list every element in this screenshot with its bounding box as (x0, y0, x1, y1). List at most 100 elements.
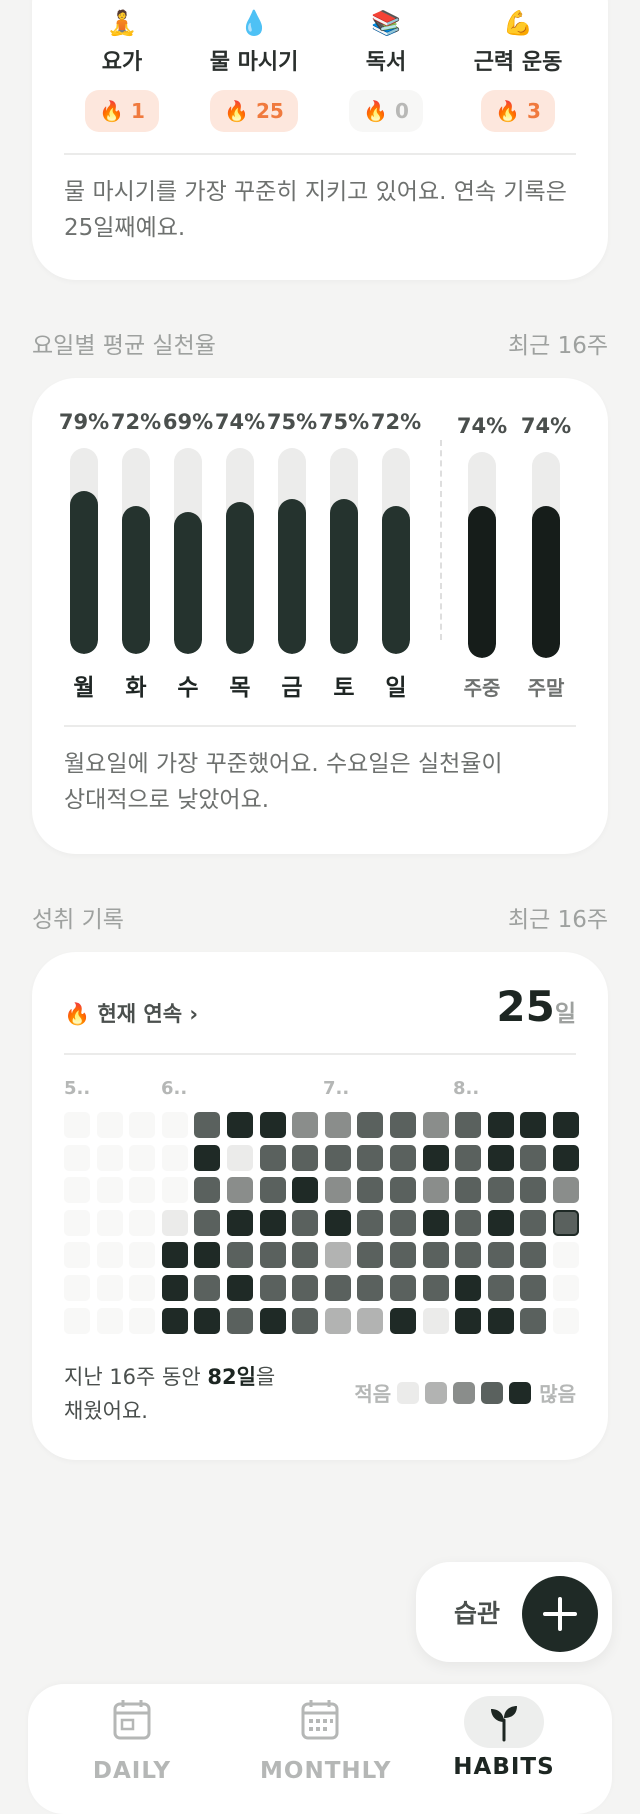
heatmap-cell[interactable] (488, 1275, 514, 1301)
heatmap-cell[interactable] (292, 1242, 318, 1268)
heatmap-cell[interactable] (227, 1210, 253, 1236)
heatmap-cell[interactable] (227, 1242, 253, 1268)
heatmap-cell[interactable] (194, 1145, 220, 1171)
heatmap-cell[interactable] (455, 1112, 481, 1138)
habit-reading[interactable]: 📚 독서 🔥 0 (316, 8, 456, 132)
heatmap-cell[interactable] (260, 1177, 286, 1203)
heatmap-cell[interactable] (520, 1308, 546, 1334)
heatmap-cell[interactable] (129, 1210, 155, 1236)
heatmap-cell[interactable] (553, 1308, 579, 1334)
heatmap-cell[interactable] (390, 1275, 416, 1301)
heatmap-cell[interactable] (390, 1145, 416, 1171)
heatmap-cell[interactable] (357, 1145, 383, 1171)
heatmap-cell[interactable] (455, 1210, 481, 1236)
heatmap-cell[interactable] (162, 1210, 188, 1236)
heatmap-cell[interactable] (553, 1275, 579, 1301)
heatmap-cell[interactable] (97, 1145, 123, 1171)
heatmap-cell[interactable] (292, 1275, 318, 1301)
heatmap-cell[interactable] (64, 1308, 90, 1334)
heatmap-cell[interactable] (520, 1210, 546, 1236)
heatmap-cell[interactable] (390, 1242, 416, 1268)
heatmap-cell[interactable] (129, 1145, 155, 1171)
heatmap-cell[interactable] (260, 1242, 286, 1268)
heatmap-cell[interactable] (292, 1308, 318, 1334)
heatmap-cell[interactable] (455, 1275, 481, 1301)
heatmap-cell[interactable] (227, 1275, 253, 1301)
heatmap-cell[interactable] (64, 1210, 90, 1236)
heatmap-cell[interactable] (64, 1145, 90, 1171)
heatmap-cell[interactable] (162, 1275, 188, 1301)
heatmap-cell[interactable] (194, 1275, 220, 1301)
heatmap-cell[interactable] (325, 1308, 351, 1334)
fab-plus-button[interactable] (522, 1576, 598, 1652)
heatmap-cell[interactable] (292, 1145, 318, 1171)
heatmap-cell[interactable] (162, 1308, 188, 1334)
heatmap-cell[interactable] (488, 1210, 514, 1236)
heatmap-cell[interactable] (292, 1210, 318, 1236)
heatmap-cell[interactable] (97, 1112, 123, 1138)
add-habit-fab[interactable]: 습관 (416, 1562, 612, 1662)
nav-daily[interactable]: DAILY (72, 1696, 192, 1784)
habit-water[interactable]: 💧 물 마시기 🔥 25 (184, 8, 324, 132)
heatmap-cell[interactable] (292, 1112, 318, 1138)
heatmap-cell[interactable] (260, 1210, 286, 1236)
heatmap-cell[interactable] (162, 1177, 188, 1203)
heatmap-cell[interactable] (227, 1177, 253, 1203)
heatmap-cell[interactable] (455, 1145, 481, 1171)
heatmap-cell[interactable] (553, 1145, 579, 1171)
heatmap-cell[interactable] (390, 1112, 416, 1138)
heatmap-cell[interactable] (423, 1112, 449, 1138)
heatmap-cell[interactable] (488, 1308, 514, 1334)
heatmap-cell[interactable] (423, 1145, 449, 1171)
heatmap-cell[interactable] (325, 1112, 351, 1138)
heatmap-cell[interactable] (129, 1112, 155, 1138)
heatmap-cell[interactable] (488, 1177, 514, 1203)
heatmap-cell[interactable] (488, 1145, 514, 1171)
heatmap-cell[interactable] (520, 1112, 546, 1138)
heatmap-cell[interactable] (488, 1242, 514, 1268)
heatmap-cell[interactable] (260, 1275, 286, 1301)
heatmap-cell[interactable] (357, 1210, 383, 1236)
heatmap-cell[interactable] (325, 1275, 351, 1301)
heatmap-cell[interactable] (227, 1145, 253, 1171)
heatmap-cell[interactable] (325, 1210, 351, 1236)
heatmap-cell[interactable] (64, 1275, 90, 1301)
heatmap-cell[interactable] (227, 1112, 253, 1138)
heatmap-cell[interactable] (423, 1308, 449, 1334)
heatmap-cell[interactable] (520, 1275, 546, 1301)
heatmap-cell[interactable] (162, 1242, 188, 1268)
heatmap-cell[interactable] (194, 1112, 220, 1138)
heatmap-cell[interactable] (97, 1210, 123, 1236)
habit-yoga[interactable]: 🧘 요가 🔥 1 (52, 8, 192, 132)
habit-strength[interactable]: 💪 근력 운동 🔥 3 (448, 8, 588, 132)
heatmap-cell[interactable] (162, 1145, 188, 1171)
heatmap-cell[interactable] (520, 1145, 546, 1171)
heatmap-cell[interactable] (423, 1210, 449, 1236)
heatmap-cell[interactable] (520, 1242, 546, 1268)
heatmap-cell[interactable] (390, 1210, 416, 1236)
heatmap-cell[interactable] (423, 1275, 449, 1301)
heatmap-cell[interactable] (325, 1242, 351, 1268)
heatmap-cell[interactable] (423, 1177, 449, 1203)
heatmap-cell[interactable] (97, 1242, 123, 1268)
heatmap-cell[interactable] (194, 1177, 220, 1203)
heatmap-cell[interactable] (325, 1177, 351, 1203)
heatmap-cell[interactable] (357, 1112, 383, 1138)
heatmap-cell[interactable] (64, 1112, 90, 1138)
heatmap-cell[interactable] (520, 1177, 546, 1203)
heatmap-cell[interactable] (488, 1112, 514, 1138)
heatmap-cell[interactable] (423, 1242, 449, 1268)
heatmap-cell[interactable] (553, 1177, 579, 1203)
heatmap-cell[interactable] (260, 1112, 286, 1138)
heatmap-cell-today[interactable] (553, 1210, 579, 1236)
heatmap-cell[interactable] (194, 1242, 220, 1268)
heatmap-cell[interactable] (325, 1145, 351, 1171)
heatmap-cell[interactable] (390, 1308, 416, 1334)
heatmap-cell[interactable] (129, 1242, 155, 1268)
heatmap-cell[interactable] (97, 1308, 123, 1334)
heatmap-cell[interactable] (260, 1308, 286, 1334)
heatmap-cell[interactable] (227, 1308, 253, 1334)
heatmap-cell[interactable] (194, 1210, 220, 1236)
heatmap-cell[interactable] (129, 1308, 155, 1334)
heatmap-cell[interactable] (129, 1177, 155, 1203)
